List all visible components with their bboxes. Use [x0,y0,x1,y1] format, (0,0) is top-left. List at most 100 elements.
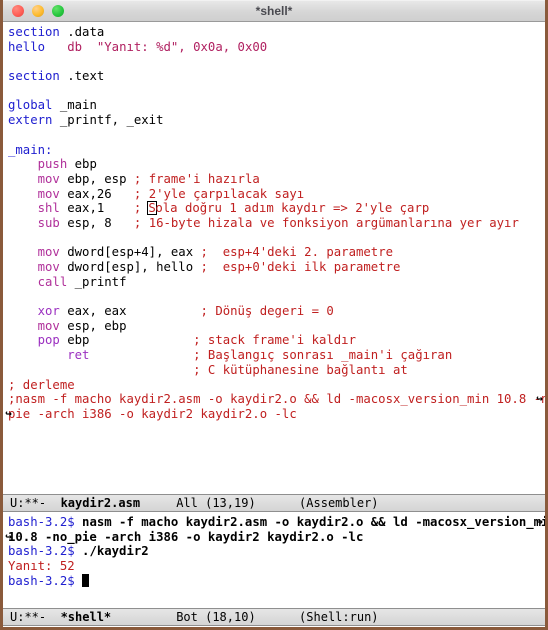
buffer-line: mov esp, ebp [8,319,545,334]
wrap-arrow-left-icon: ↪ [5,406,12,420]
buffer-line: bash-3.2$ [8,573,545,589]
code-text: pop [37,333,60,348]
code-text: bash-3.2$ [8,544,75,559]
code-text: mov [37,318,60,333]
buffer-line: sub esp, 8 ; 16-byte hizala ve fonksiyon… [8,216,545,231]
wrap-arrow-right-icon: ↪ [536,392,543,406]
buffer-line: section .data [8,25,545,40]
emacs-window: *shell* section .data hello db "Yanıt: %d… [0,0,548,630]
buffer-line: push ebp [8,157,545,172]
code-modeline-position: All [176,496,198,510]
maximize-button[interactable] [52,5,64,17]
emacs-frame: section .data hello db "Yanıt: %d", 0x0a,… [3,22,545,627]
buffer-line: mov dword[esp+4], eax ; esp+4'deki 2. pa… [8,245,545,260]
code-text: "Yanıt: %d", 0x0a, 0x00 [96,39,268,54]
code-text: mov [37,245,60,260]
window-controls [3,5,64,17]
buffer-line [8,84,545,99]
buffer-line [8,231,545,246]
minimize-button[interactable] [32,5,44,17]
code-text: xor [37,304,60,319]
code-text: bash-3.2$ [8,515,75,529]
code-text: .data [59,25,105,39]
buffer-line: mov eax,26 ; 2'yle çarpılacak sayı [8,187,545,202]
code-text: eax,26 [59,186,134,201]
code-text: .text [59,69,105,84]
wrap-arrow-right-icon: ↪ [536,515,543,528]
code-modeline-point: (13,19) [205,496,256,510]
wrap-arrow-left-icon: ↪ [5,529,12,543]
buffer-line: ; derleme [8,378,545,393]
code-text: ; Dönüş degeri = 0 [200,304,334,319]
code-text: ; frame'i hazırla [133,171,260,186]
code-text: _printf [67,274,127,289]
buffer-line: ↪ pie -arch i386 -o kaydir2 kaydir2.o -lc [5,407,545,422]
code-text: shl [37,201,60,216]
buffer-line [8,54,545,69]
code-buffer[interactable]: section .data hello db "Yanıt: %d", 0x0a,… [3,22,545,494]
code-text: _main: [8,142,53,157]
code-text: 10.8 -no_pie -arch i386 -o kaydir2 kaydi… [8,529,364,544]
buffer-line: extern _printf, _exit [8,113,545,128]
shell-modeline-flags: U:**- [10,610,47,624]
code-text: ebp [67,157,97,172]
code-text: ; 16-byte hizala ve fonksiyon argümanlar… [133,215,519,230]
buffer-line: ; C kütüphanesine bağlantı at [8,363,545,378]
buffer-line [8,289,545,304]
code-text: ; esp+4'deki 2. parametre [200,245,394,260]
code-modeline-buffer-name: kaydir2.asm [60,496,141,510]
buffer-line [8,128,545,143]
code-text: extern [8,113,53,128]
code-text: ; Başlangıç sonrası _main'i çağıran [193,348,453,363]
code-text: section [8,69,60,84]
code-text: dword[esp+4], eax [59,245,201,260]
buffer-line: xor eax, eax ; Dönüş degeri = 0 [8,304,545,319]
buffer-line: ↪ 10.8 -no_pie -arch i386 -o kaydir2 kayd… [5,529,545,545]
shell-modeline[interactable]: U:**-xx*shell*xxxxxxxxxBotx(18,10)xxxxxx… [3,608,545,626]
code-text: global [8,98,53,113]
code-text: mov [37,260,60,274]
buffer-line: shl eax,1 ; Sola doğru 1 adım kaydır => … [8,201,545,216]
code-text: ; derleme [8,377,75,392]
code-text: esp, 8 [59,215,134,230]
shell-caret [82,573,90,587]
code-text: ; C kütüphanesine bağlantı at [193,362,408,377]
window-titlebar[interactable]: *shell* [3,0,545,22]
buffer-line: _main: [8,143,545,158]
code-text: ; stack frame'i kaldır [193,333,356,348]
shell-modeline-position: Bot [176,610,198,624]
code-text: hello [8,39,46,54]
code-text: ./kaydir2 [74,544,149,559]
close-button[interactable] [12,5,24,17]
buffer-line: ret ; Başlangıç sonrası _main'i çağıran [8,348,545,363]
shell-buffer[interactable]: bash-3.2$ nasm -f macho kaydir2.asm -o k… [3,512,545,608]
buffer-line: global _main [8,98,545,113]
code-text: _main [52,98,97,113]
code-modeline[interactable]: U:**-xxkaydir2.asmxxxxxAllx(13,19)xxxxxx… [3,494,545,512]
code-text: Yanıt: 52 [8,559,75,574]
code-text: mov [37,186,60,201]
buffer-line: section .text [8,69,545,84]
echo-area[interactable] [3,626,545,627]
code-text: ebp, esp [59,171,134,186]
buffer-line: bash-3.2$ ./kaydir2 [8,544,545,559]
code-text: esp, ebp [59,318,127,333]
code-text: bash-3.2$ [8,573,75,588]
code-text: ret [67,348,90,363]
code-modeline-flags: U:**- [10,496,47,510]
